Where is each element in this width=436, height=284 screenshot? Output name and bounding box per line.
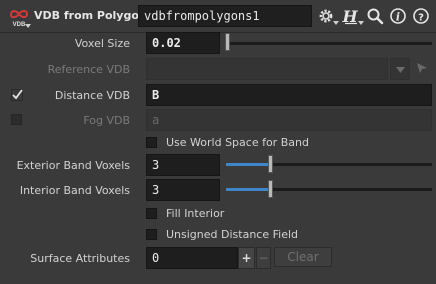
gear-chevron-icon[interactable] <box>333 20 339 26</box>
unsigned-distance-checkbox[interactable] <box>146 229 157 240</box>
reference-vdb-label: Reference VDB <box>47 63 130 76</box>
interior-band-input[interactable]: 3 <box>146 179 220 201</box>
exterior-band-slider-fill <box>226 163 270 166</box>
svg-text:?: ? <box>418 13 424 24</box>
help-chevron-icon[interactable] <box>358 20 364 26</box>
fog-vdb-label: Fog VDB <box>83 114 130 127</box>
chevron-down-icon <box>396 67 405 73</box>
exterior-band-slider-handle[interactable] <box>268 155 273 173</box>
remove-attribute-button[interactable]: − <box>256 247 271 269</box>
arrow-select-icon[interactable] <box>415 61 429 75</box>
node-name-field[interactable]: vdbfrompolygons1 <box>138 5 312 27</box>
distance-vdb-label: Distance VDB <box>54 89 130 102</box>
node-menu-chevron-icon[interactable] <box>24 22 32 30</box>
fog-vdb-input[interactable]: a <box>146 109 432 131</box>
fog-vdb-toggle[interactable] <box>11 114 22 125</box>
interior-band-label: Interior Band Voxels <box>19 184 130 197</box>
unsigned-distance-label: Unsigned Distance Field <box>166 228 298 241</box>
fill-interior-label: Fill Interior <box>166 207 225 220</box>
node-type-label: VDB from Polygons <box>34 9 154 22</box>
use-world-space-checkbox[interactable] <box>146 137 157 148</box>
reference-vdb-dropdown[interactable] <box>390 58 410 80</box>
parameter-panel: VDB VDB from Polygons vdbfrompolygons1 H… <box>0 0 436 284</box>
info-icon[interactable]: i <box>389 7 407 25</box>
distance-vdb-toggle-icon[interactable] <box>11 89 23 101</box>
voxel-size-slider-track[interactable] <box>226 42 432 45</box>
voxel-size-input[interactable]: 0.02 <box>146 32 220 54</box>
exterior-band-input[interactable]: 3 <box>146 154 220 176</box>
interior-band-slider-fill <box>226 188 270 191</box>
surface-attributes-count-input[interactable]: 0 <box>146 247 238 269</box>
voxel-size-slider-handle[interactable] <box>225 33 230 51</box>
help-question-icon[interactable]: ? <box>412 7 430 25</box>
exterior-band-label: Exterior Band Voxels <box>16 159 130 172</box>
add-attribute-button[interactable]: + <box>238 247 255 269</box>
svg-text:H: H <box>342 7 358 25</box>
surface-attributes-label: Surface Attributes <box>30 252 130 265</box>
use-world-space-label: Use World Space for Band <box>166 136 309 149</box>
voxel-size-label: Voxel Size <box>74 37 130 50</box>
clear-attributes-button[interactable]: Clear <box>274 247 332 267</box>
interior-band-slider-handle[interactable] <box>268 180 273 198</box>
node-header: VDB VDB from Polygons vdbfrompolygons1 H… <box>0 0 436 32</box>
svg-text:i: i <box>396 11 400 24</box>
reference-vdb-input[interactable] <box>146 58 388 80</box>
search-icon[interactable] <box>366 7 384 25</box>
distance-vdb-input[interactable]: B <box>146 84 432 106</box>
fill-interior-checkbox[interactable] <box>146 208 157 219</box>
